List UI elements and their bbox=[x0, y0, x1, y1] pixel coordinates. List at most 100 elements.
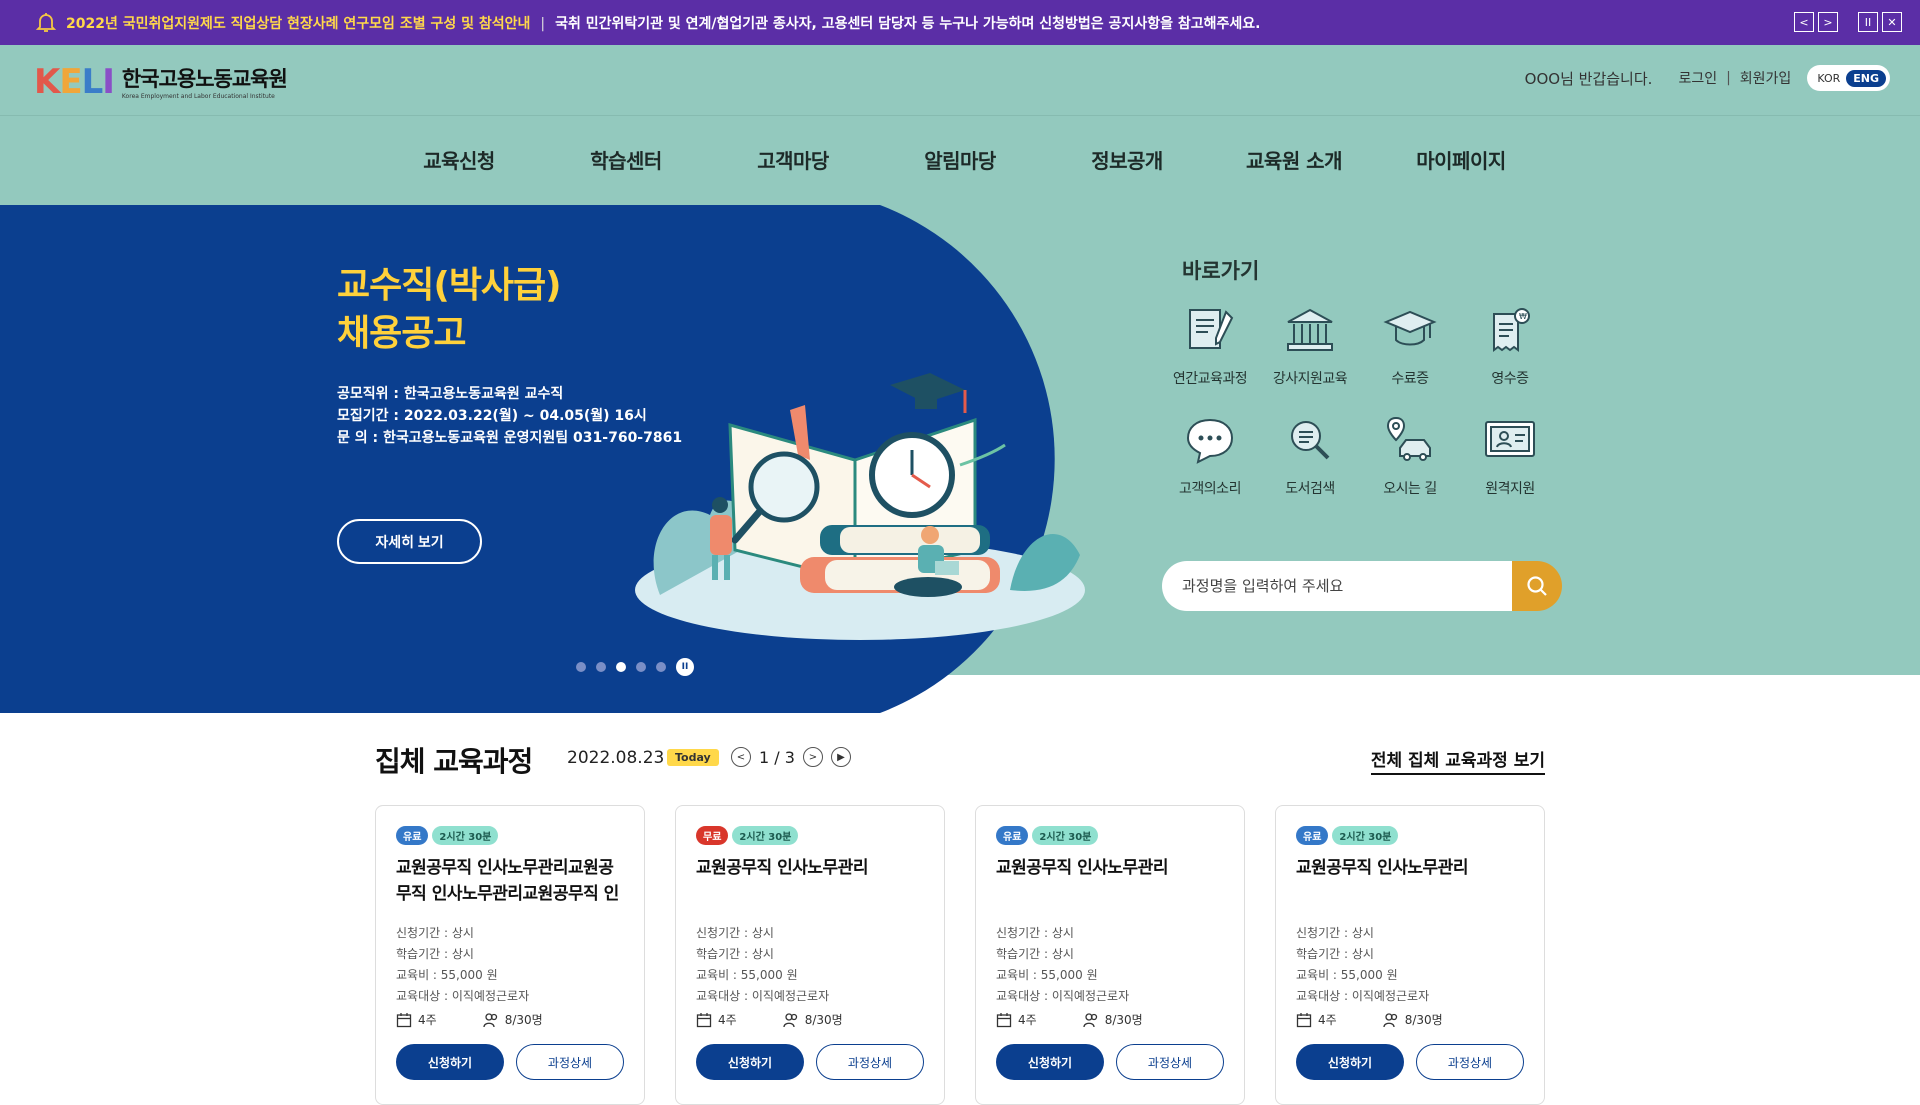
notice-headline[interactable]: 2022년 국민취업지원제도 직업상담 현장사례 연구모임 조별 구성 및 참석… bbox=[66, 16, 530, 32]
detail-button[interactable]: 과정상세 bbox=[515, 1044, 624, 1080]
chevron-right-icon[interactable]: > bbox=[802, 747, 823, 767]
nav-item-about[interactable]: 교육원 소개 bbox=[1211, 145, 1378, 174]
building-icon bbox=[1277, 300, 1343, 360]
language-toggle[interactable]: KOR ENG bbox=[1807, 65, 1890, 91]
remote-support-icon bbox=[1477, 410, 1543, 470]
quick-label: 원격지원 bbox=[1485, 481, 1535, 497]
nav-item-learning-center[interactable]: 학습센터 bbox=[543, 145, 710, 174]
tuition: 교육비 : 55,000 원 bbox=[696, 968, 798, 982]
course-weeks: 4주 bbox=[418, 1013, 437, 1027]
quick-label: 연간교육과정 bbox=[1172, 371, 1248, 387]
calendar-icon bbox=[996, 1012, 1012, 1027]
apply-button[interactable]: 신청하기 bbox=[696, 1044, 804, 1080]
quick-instructor-training[interactable]: 강사지원교육 bbox=[1260, 300, 1360, 388]
quick-receipt[interactable]: ₩ 영수증 bbox=[1460, 300, 1560, 388]
login-link[interactable]: 로그인 bbox=[1678, 68, 1717, 88]
logo-mark: KELI bbox=[34, 61, 115, 102]
lang-eng[interactable]: ENG bbox=[1846, 69, 1886, 87]
notice-bar: 2022년 국민취업지원제도 직업상담 현장사례 연구모임 조별 구성 및 참석… bbox=[0, 0, 1920, 45]
lang-kor[interactable]: KOR bbox=[1817, 72, 1840, 85]
apply-period: 신청기간 : 상시 bbox=[996, 926, 1074, 940]
apply-period: 신청기간 : 상시 bbox=[696, 926, 774, 940]
apply-button[interactable]: 신청하기 bbox=[1296, 1044, 1404, 1080]
quick-remote-support[interactable]: 원격지원 bbox=[1460, 410, 1560, 498]
course-title[interactable]: 교원공무직 인사노무관리교원공무직 인사노무관리교원공무직 인사노무관리 bbox=[396, 855, 624, 907]
detail-button[interactable]: 과정상세 bbox=[1115, 1044, 1224, 1080]
chevron-left-icon[interactable]: < bbox=[1794, 12, 1814, 32]
detail-button[interactable]: 과정상세 bbox=[1415, 1044, 1524, 1080]
quick-book-search[interactable]: 도서검색 bbox=[1260, 410, 1360, 498]
page-indicator: 1 / 3 bbox=[759, 747, 795, 767]
slide-dot[interactable] bbox=[596, 662, 606, 672]
slide-dot-active[interactable] bbox=[616, 662, 626, 672]
notice-text[interactable]: 2022년 국민취업지원제도 직업상담 현장사례 연구모임 조별 구성 및 참석… bbox=[66, 13, 1260, 33]
logo[interactable]: KELI 한국고용노동교육원 Korea Employment and Labo… bbox=[34, 61, 288, 102]
hero-title: 교수직(박사급) 채용공고 bbox=[337, 265, 562, 354]
nav-item-mypage[interactable]: 마이페이지 bbox=[1378, 145, 1545, 174]
course-stats: 4주 8/30명 bbox=[696, 1011, 924, 1028]
nav-item-customer[interactable]: 고객마당 bbox=[710, 145, 877, 174]
course-card[interactable]: 무료 2시간 30분 교원공무직 인사노무관리 신청기간 : 상시 학습기간 :… bbox=[675, 805, 945, 1105]
course-card[interactable]: 유료 2시간 30분 교원공무직 인사노무관리 신청기간 : 상시 학습기간 :… bbox=[975, 805, 1245, 1105]
header-divider bbox=[0, 115, 1920, 116]
search-button[interactable] bbox=[1512, 561, 1562, 611]
hero-detail-button[interactable]: 자세히 보기 bbox=[337, 519, 482, 564]
course-section-header: 집체 교육과정 2022.08.23 Today < 1 / 3 > ▶ 전체 … bbox=[375, 740, 1545, 780]
course-title[interactable]: 교원공무직 인사노무관리 bbox=[996, 855, 1224, 907]
greeting: OOO님 반갑습니다. bbox=[1524, 69, 1653, 88]
course-stats: 4주 8/30명 bbox=[396, 1011, 624, 1028]
target: 교육대상 : 이직예정근로자 bbox=[1296, 989, 1430, 1003]
today-badge[interactable]: Today bbox=[667, 749, 719, 766]
slide-indicators: II bbox=[576, 658, 694, 676]
pause-icon[interactable]: II bbox=[1858, 12, 1878, 32]
chevron-right-icon[interactable]: > bbox=[1818, 12, 1838, 32]
duration-badge: 2시간 30분 bbox=[1032, 826, 1099, 845]
people-icon bbox=[1383, 1012, 1397, 1027]
course-weeks: 4주 bbox=[1018, 1013, 1037, 1027]
course-card[interactable]: 유료 2시간 30분 교원공무직 인사노무관리교원공무직 인사노무관리교원공무직… bbox=[375, 805, 645, 1105]
people-icon bbox=[1083, 1012, 1097, 1027]
slide-dot[interactable] bbox=[576, 662, 586, 672]
fee-badge: 유료 bbox=[1296, 826, 1329, 845]
detail-button[interactable]: 과정상세 bbox=[815, 1044, 924, 1080]
quick-annual-course[interactable]: 연간교육과정 bbox=[1160, 300, 1260, 388]
study-period: 학습기간 : 상시 bbox=[1296, 947, 1374, 961]
slide-dot[interactable] bbox=[656, 662, 666, 672]
course-title[interactable]: 교원공무직 인사노무관리 bbox=[696, 855, 924, 907]
course-actions: 신청하기 과정상세 bbox=[996, 1044, 1224, 1080]
course-seats: 8/30명 bbox=[1404, 1013, 1443, 1027]
target: 교육대상 : 이직예정근로자 bbox=[696, 989, 830, 1003]
view-all-courses-link[interactable]: 전체 집체 교육과정 보기 bbox=[1370, 746, 1545, 775]
logo-name-english: Korea Employment and Labor Educational I… bbox=[121, 93, 275, 100]
notice-detail: 국취 민간위탁기관 및 연계/협업기관 종사자, 고용센터 담당자 등 누구나 … bbox=[555, 16, 1261, 32]
notice-separator: | bbox=[540, 16, 546, 32]
course-title[interactable]: 교원공무직 인사노무관리 bbox=[1296, 855, 1524, 907]
quick-label: 고객의소리 bbox=[1179, 481, 1241, 497]
course-seats: 8/30명 bbox=[504, 1013, 543, 1027]
course-meta: 신청기간 : 상시 학습기간 : 상시 교육비 : 55,000 원 교육대상 … bbox=[1296, 923, 1524, 1007]
graduation-cap-icon bbox=[1377, 300, 1443, 360]
calendar-icon bbox=[1296, 1012, 1312, 1027]
quick-customer-voice[interactable]: 고객의소리 bbox=[1160, 410, 1260, 498]
nav-item-info-disclosure[interactable]: 정보공개 bbox=[1044, 145, 1211, 174]
slide-pause-icon[interactable]: II bbox=[676, 658, 694, 676]
apply-button[interactable]: 신청하기 bbox=[996, 1044, 1104, 1080]
tuition: 교육비 : 55,000 원 bbox=[996, 968, 1098, 982]
course-actions: 신청하기 과정상세 bbox=[396, 1044, 624, 1080]
tuition: 교육비 : 55,000 원 bbox=[1296, 968, 1398, 982]
quick-directions[interactable]: 오시는 길 bbox=[1360, 410, 1460, 498]
slide-dot[interactable] bbox=[636, 662, 646, 672]
quick-certificate[interactable]: 수료증 bbox=[1360, 300, 1460, 388]
quick-label: 오시는 길 bbox=[1383, 481, 1437, 497]
course-badges: 유료 2시간 30분 bbox=[996, 826, 1224, 845]
apply-button[interactable]: 신청하기 bbox=[396, 1044, 504, 1080]
chevron-left-icon[interactable]: < bbox=[731, 747, 751, 767]
course-card[interactable]: 유료 2시간 30분 교원공무직 인사노무관리 신청기간 : 상시 학습기간 :… bbox=[1275, 805, 1545, 1105]
signup-link[interactable]: 회원가입 bbox=[1740, 68, 1792, 88]
play-icon[interactable]: ▶ bbox=[830, 747, 851, 767]
nav-item-notice[interactable]: 알림마당 bbox=[877, 145, 1044, 174]
course-search-input[interactable] bbox=[1162, 561, 1512, 611]
nav-item-education-apply[interactable]: 교육신청 bbox=[376, 145, 543, 174]
course-actions: 신청하기 과정상세 bbox=[696, 1044, 924, 1080]
close-icon[interactable]: ✕ bbox=[1882, 12, 1902, 32]
